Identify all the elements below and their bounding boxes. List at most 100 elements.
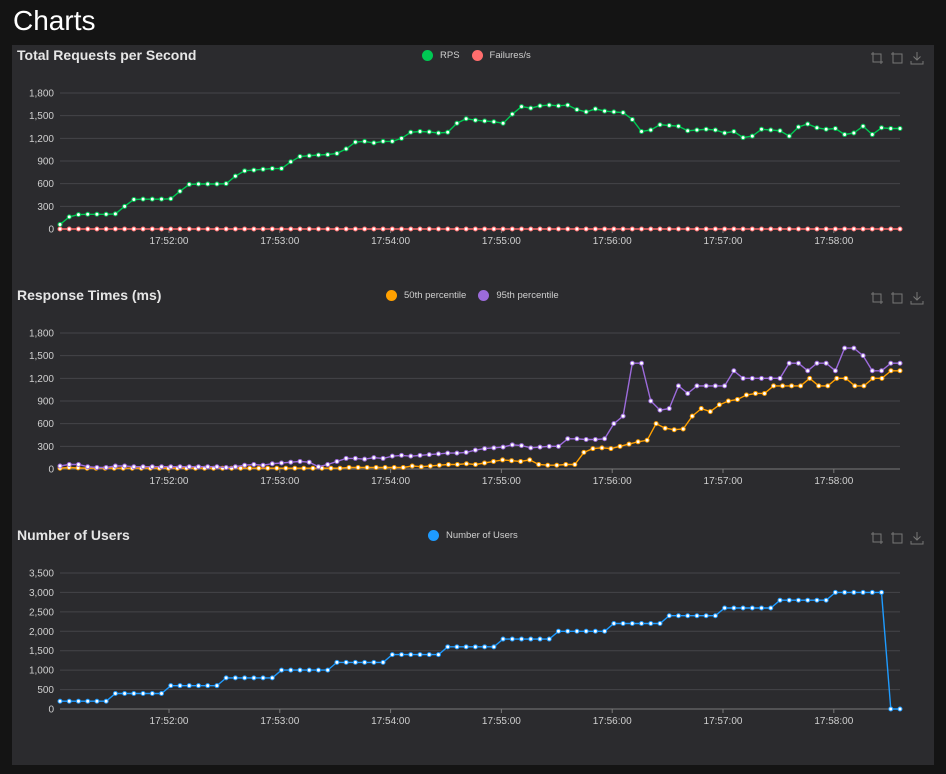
data-point [620,413,626,419]
data-point [288,459,294,465]
data-point [581,449,587,455]
data-point [546,102,552,108]
data-point [843,375,849,381]
data-point [694,226,700,232]
data-point [698,406,704,412]
data-point [346,464,352,470]
data-point [722,605,728,611]
data-point [408,226,414,232]
data-point [814,125,820,131]
y-tick-label: 1,800 [29,329,54,340]
data-point [472,461,478,467]
data-point [408,453,414,459]
data-point [879,375,885,381]
data-point [103,698,109,704]
data-point [842,345,848,351]
x-tick-label: 17:55:00 [482,476,521,487]
data-point [325,226,331,232]
data-point [399,226,405,232]
data-point [159,464,165,470]
data-point [879,589,885,595]
data-point [94,226,100,232]
data-point [279,166,285,172]
data-point [731,605,737,611]
data-point [242,168,248,174]
data-point [860,226,866,232]
data-point [436,462,442,468]
data-point [639,226,645,232]
data-point [426,226,432,232]
data-point [315,152,321,158]
data-point [888,360,894,366]
data-point [380,226,386,232]
data-point [103,211,109,217]
data-point [177,683,183,689]
data-point [703,226,709,232]
data-point [85,226,91,232]
data-point [648,621,654,627]
data-point [168,196,174,202]
data-point [355,464,361,470]
data-point [242,226,248,232]
data-point [242,675,248,681]
data-point [399,135,405,141]
data-point [722,130,728,136]
data-point [823,597,829,603]
data-point [454,450,460,456]
data-point [408,129,414,135]
data-point [269,675,275,681]
data-point [592,437,598,443]
data-point [399,452,405,458]
data-point [186,683,192,689]
data-point [852,383,858,389]
data-point [842,132,848,138]
data-point [869,132,875,138]
y-tick-label: 1,500 [29,111,54,122]
data-point [149,226,155,232]
data-point [888,226,894,232]
data-point [297,458,303,464]
data-point [832,226,838,232]
data-point [417,452,423,458]
data-point [786,597,792,603]
data-point [343,659,349,665]
data-point [426,452,432,458]
y-tick-label: 600 [37,419,54,430]
data-point [620,621,626,627]
data-point [500,457,506,463]
data-point [743,392,749,398]
data-point [205,464,211,470]
response-times-chart: Response Times (ms) 50th percentile 95th… [12,285,934,525]
data-point [57,463,63,469]
data-point [725,398,731,404]
data-point [795,124,801,130]
data-point [94,211,100,217]
data-point [195,683,201,689]
data-point [861,383,867,389]
data-point [537,444,543,450]
data-point [159,196,165,202]
data-point [786,133,792,139]
data-point [260,166,266,172]
data-point [232,464,238,470]
data-point [482,460,488,466]
y-tick-label: 900 [37,397,54,408]
data-point [592,226,598,232]
data-point [103,464,109,470]
data-point [500,444,506,450]
data-point [343,146,349,152]
x-tick-label: 17:56:00 [593,476,632,487]
data-point [648,226,654,232]
data-point [629,621,635,627]
data-point [537,103,543,109]
data-point [611,109,617,115]
data-point [251,675,257,681]
data-point [851,226,857,232]
x-tick-label: 17:52:00 [150,716,189,727]
y-tick-label: 0 [48,225,54,236]
data-point [592,106,598,112]
y-tick-label: 1,200 [29,374,54,385]
data-point [752,390,758,396]
data-point [140,196,146,202]
y-tick-label: 1,500 [29,351,54,362]
